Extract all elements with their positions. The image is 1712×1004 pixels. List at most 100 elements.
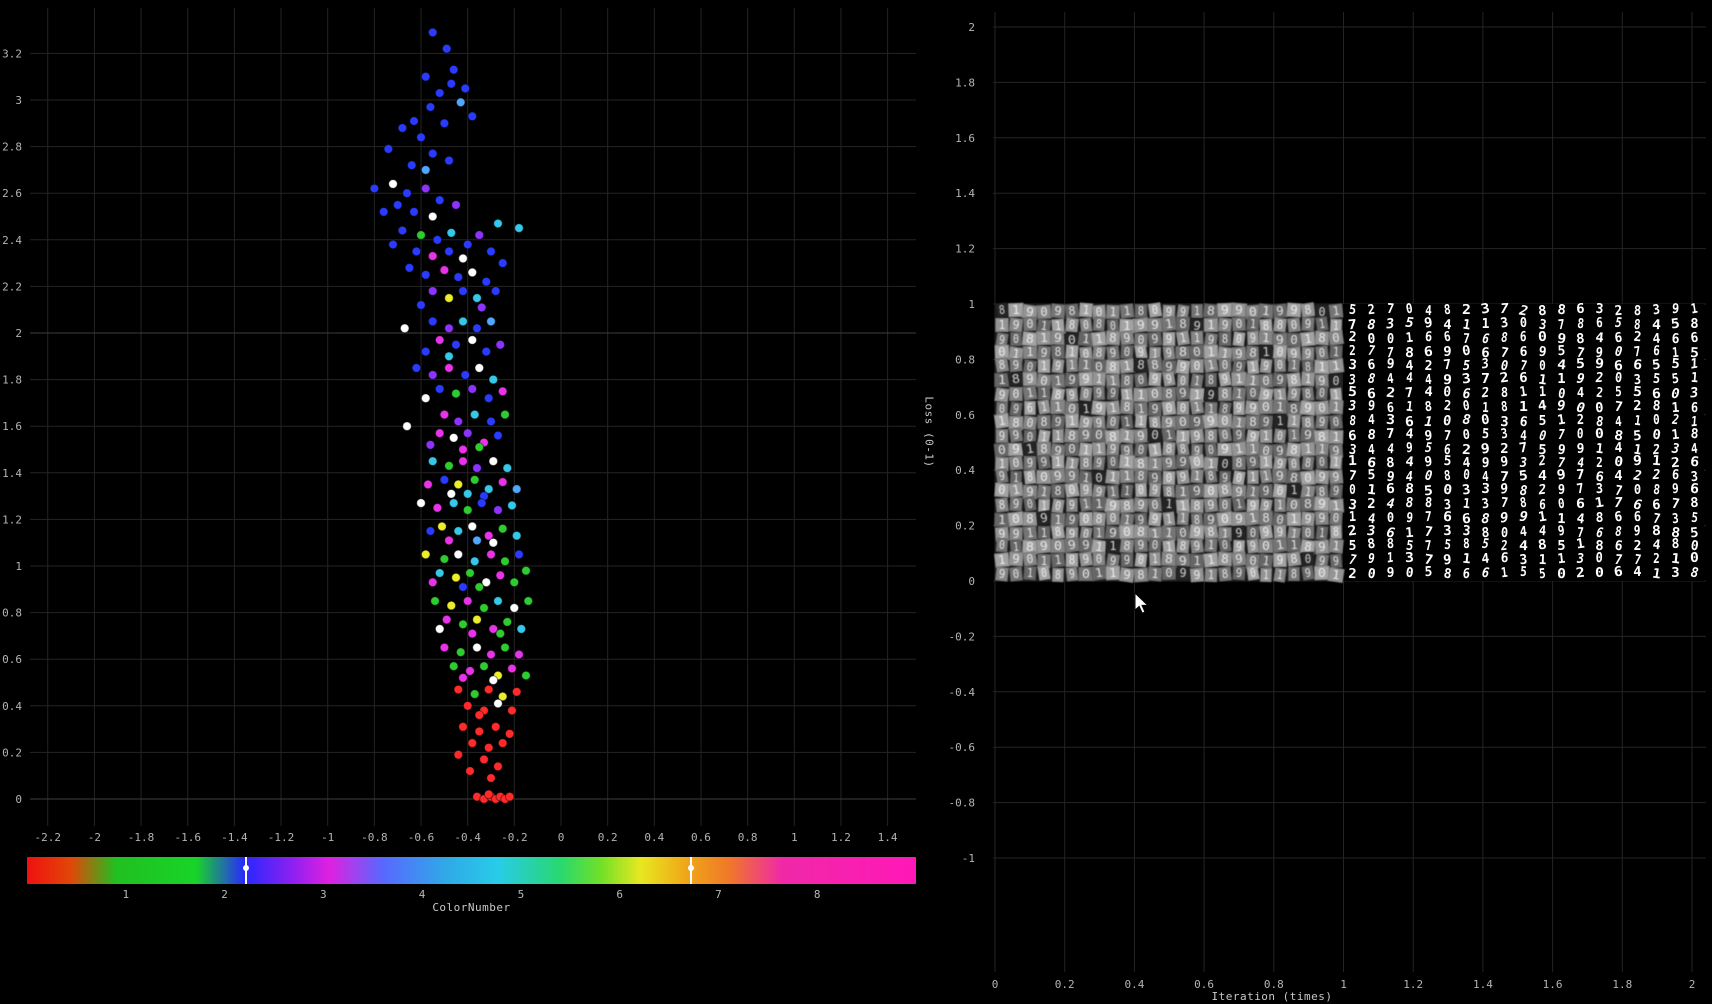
colorbar-marker-handle[interactable] (688, 857, 695, 884)
colorbar-tick-label: 6 (616, 888, 623, 901)
digit-cell: 1 (995, 317, 1009, 332)
right-x-tick-label: 0.4 (1124, 978, 1144, 991)
scatter-point (472, 463, 482, 473)
digit-cell: 5 (1670, 357, 1681, 373)
left-x-tick-label: -1 (321, 831, 334, 844)
digit-cell: 0 (1106, 510, 1121, 525)
digit-cell: 0 (1064, 442, 1079, 457)
digit-cell: 1 (1328, 429, 1344, 444)
colorbar-marker-handle[interactable] (242, 857, 249, 884)
digit-cell: 6 (1612, 564, 1625, 581)
digit-cell: 8 (1120, 399, 1135, 415)
scatter-point (493, 698, 503, 709)
digit-cell: 0 (1063, 482, 1080, 498)
digit-cell: 1 (1106, 304, 1121, 320)
scatter-point (453, 479, 464, 490)
scatter-point (383, 144, 394, 154)
scatter-point (479, 661, 489, 672)
digit-cell: 0 (1404, 566, 1415, 582)
digit-cell: 3 (1347, 358, 1358, 374)
digit-cell: 1 (1078, 302, 1093, 318)
digit-cell: 9 (1405, 510, 1414, 527)
digit-cell: 1 (1348, 510, 1357, 525)
scatter-point (439, 642, 450, 653)
digit-cell: 9 (1063, 372, 1080, 388)
scatter-point (427, 370, 438, 380)
scatter-point (465, 766, 475, 776)
digit-cell: 9 (1300, 511, 1316, 527)
right-y-tick-label: -0.4 (949, 686, 976, 699)
digit-cell: 6 (1481, 331, 1491, 348)
digit-cell: 8 (1366, 537, 1377, 554)
scatter-point (446, 600, 457, 611)
scatter-point (388, 239, 398, 250)
digit-cell: 1 (1556, 412, 1567, 429)
digit-cell: 2 (1632, 469, 1643, 485)
scatter-point (453, 526, 464, 536)
right-y-tick-label: -1 (962, 852, 975, 865)
scatter-point (500, 556, 510, 567)
digit-cell: 0 (1461, 343, 1472, 360)
digit-cell: 1 (1204, 567, 1218, 583)
scatter-point (474, 363, 485, 373)
scatter-point (462, 428, 473, 439)
digit-cell: 1 (1274, 497, 1287, 512)
scatter-point (397, 123, 408, 133)
scatter-point (483, 742, 494, 753)
digit-cell: 8 (1023, 469, 1037, 485)
colorbar-tick-label: 4 (418, 888, 426, 901)
scatter-point (420, 346, 431, 357)
digit-cell: 9 (1121, 553, 1134, 568)
digit-cell: 8 (995, 497, 1009, 513)
digit-cell: 0 (1134, 552, 1148, 568)
digit-cell: 5 (1367, 468, 1376, 484)
digit-cell: 8 (1537, 538, 1548, 555)
digit-cell: 9 (1009, 401, 1023, 417)
digit-cell: 1 (1633, 413, 1642, 430)
digit-cell: 1 (1461, 552, 1472, 568)
left-y-tick-label: 1.6 (2, 420, 22, 433)
digit-cell: 9 (1148, 482, 1162, 498)
left-x-tick-label: -1.6 (174, 831, 201, 844)
digit-cell: 1 (1575, 537, 1586, 554)
digit-cell: 9 (1008, 526, 1023, 541)
digit-cell: 0 (1022, 414, 1038, 431)
scatter-point (416, 132, 426, 143)
digit-cell: 7 (1367, 343, 1376, 359)
scatter-point (476, 302, 487, 313)
scatter-point (446, 78, 457, 89)
digit-cell: 1 (1105, 400, 1121, 416)
digit-cell: 9 (1499, 510, 1510, 527)
digit-cell: 1 (1557, 373, 1566, 388)
left-x-tick-label: 0.2 (598, 831, 618, 844)
digit-cell: 0 (1633, 484, 1642, 498)
digit-cell: 4 (1651, 538, 1662, 555)
digit-cell: 1 (1078, 441, 1093, 458)
digit-cell: 8 (1051, 567, 1064, 583)
digit-cell: 8 (1652, 483, 1661, 499)
digit-cell: 9 (1189, 538, 1204, 554)
scatter-point (458, 619, 468, 630)
scatter-point (437, 521, 447, 532)
digit-cell: 0 (1010, 331, 1022, 346)
digit-cell: 1 (1007, 482, 1025, 498)
scatter-point (462, 239, 473, 250)
scatter-point (439, 265, 450, 275)
left-y-tick-label: 0.8 (2, 607, 22, 620)
digit-cell: 8 (1501, 331, 1508, 346)
digit-cell: 9 (1576, 442, 1585, 457)
scatter-point (451, 388, 461, 399)
scatter-point (432, 235, 443, 245)
scatter-point (420, 183, 431, 194)
scatter-point (523, 596, 534, 606)
digit-cell: 0 (1274, 358, 1287, 373)
digit-cell: 9 (1065, 497, 1078, 512)
digit-cell: 6 (1024, 400, 1036, 415)
scatter-point (460, 83, 471, 94)
scatter-point (462, 505, 473, 515)
scatter-point (467, 111, 478, 122)
digit-cell: 9 (1161, 455, 1177, 471)
digit-cell: 0 (1134, 372, 1149, 388)
right-x-tick-label: 1.2 (1403, 978, 1423, 991)
digit-cell: 0 (1316, 455, 1329, 470)
